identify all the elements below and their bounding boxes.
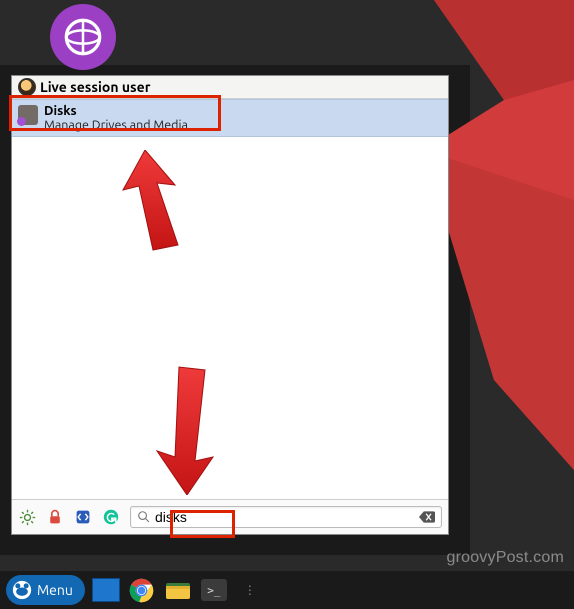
user-avatar-icon — [18, 78, 36, 96]
clear-search-icon[interactable] — [419, 511, 435, 523]
menu-empty-area — [12, 137, 448, 499]
chrome-launcher-icon[interactable] — [127, 575, 157, 605]
menu-button[interactable]: Menu — [6, 575, 85, 605]
files-launcher-icon[interactable] — [163, 575, 193, 605]
terminal-launcher-icon[interactable]: >_ — [199, 575, 229, 605]
taskbar-overflow-icon[interactable]: ⋮ — [235, 575, 265, 605]
menu-header: Live session user — [12, 76, 448, 99]
distro-logo-icon — [12, 580, 32, 600]
search-field-container — [130, 506, 442, 528]
result-description: Manage Drives and Media — [44, 118, 188, 132]
application-menu: Live session user Disks Manage Drives an… — [11, 75, 449, 535]
menu-bottom-bar — [12, 499, 448, 534]
taskbar-window-thumbnail[interactable] — [91, 575, 121, 605]
firefox-launcher-icon[interactable] — [50, 4, 116, 70]
taskbar: Menu >_ ⋮ — [0, 571, 574, 609]
user-label: Live session user — [40, 79, 150, 95]
watermark-text: groovyPost.com — [446, 549, 564, 567]
settings-icon[interactable] — [18, 508, 36, 526]
search-result-disks[interactable]: Disks Manage Drives and Media — [12, 99, 448, 137]
lock-icon[interactable] — [46, 508, 64, 526]
search-result-text: Disks Manage Drives and Media — [44, 104, 188, 132]
grammarly-icon[interactable] — [102, 508, 120, 526]
search-input[interactable] — [155, 509, 415, 525]
search-icon — [137, 510, 151, 524]
menu-button-label: Menu — [37, 582, 73, 598]
updates-icon[interactable] — [74, 508, 92, 526]
disks-app-icon — [18, 105, 38, 125]
result-name: Disks — [44, 104, 188, 118]
